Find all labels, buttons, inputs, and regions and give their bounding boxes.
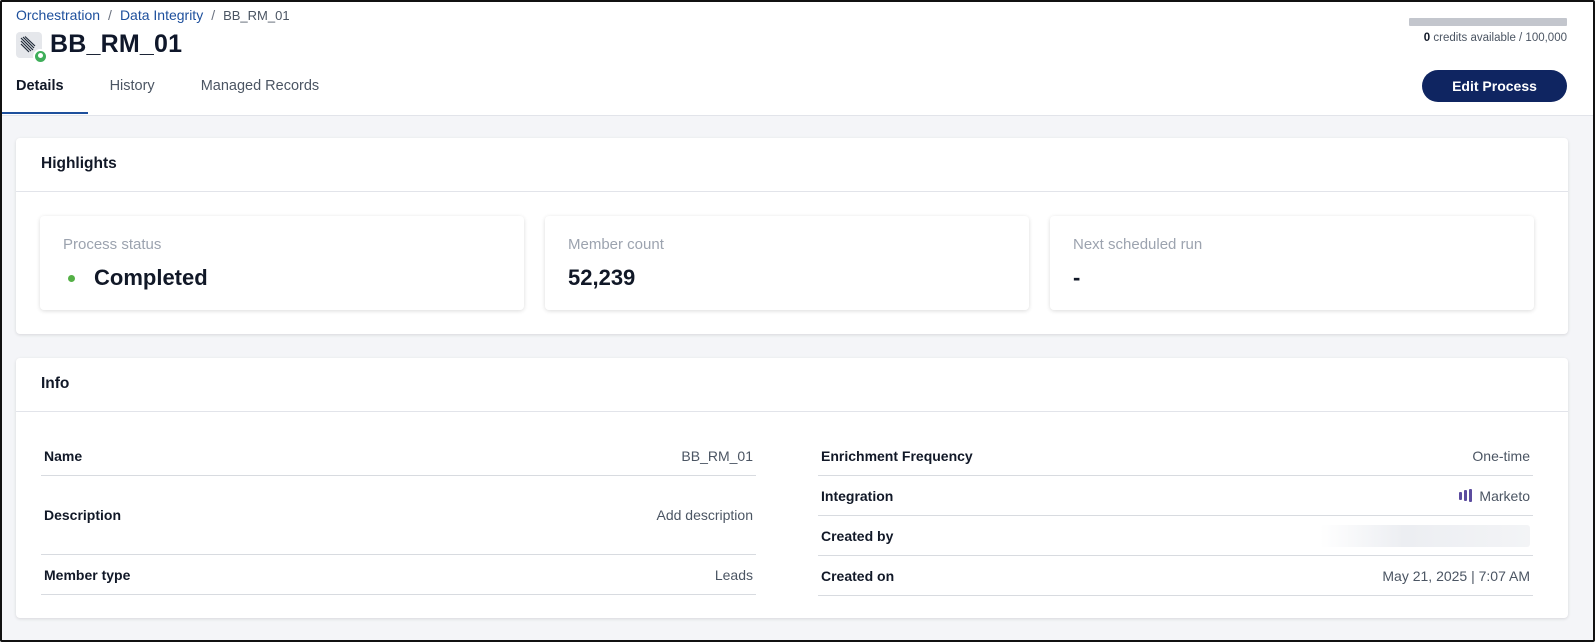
info-row-name: Name BB_RM_01 — [41, 436, 756, 476]
breadcrumb-separator: / — [108, 7, 112, 23]
marketo-icon — [1459, 489, 1473, 502]
info-left-column: Name BB_RM_01 Description Add descriptio… — [41, 436, 756, 595]
page-header: Orchestration / Data Integrity / BB_RM_0… — [2, 2, 1593, 116]
description-field[interactable]: Add description — [656, 507, 753, 523]
info-row-enrichment-frequency: Enrichment Frequency One-time — [818, 436, 1533, 476]
info-key: Integration — [821, 487, 894, 504]
page-title: BB_RM_01 — [50, 30, 183, 58]
info-row-created-by: Created by — [818, 516, 1533, 556]
process-status-tile: Process status Completed — [40, 216, 524, 310]
credits-text: 0 credits available / 100,000 — [1407, 32, 1567, 44]
info-value: One-time — [1472, 447, 1530, 464]
credits-progress-bar — [1409, 18, 1567, 26]
info-key: Created by — [821, 527, 894, 544]
member-count-value: 52,239 — [568, 265, 636, 290]
tab-bar: Details History Managed Records — [2, 68, 343, 116]
highlights-row: Process status Completed Member count 52… — [40, 216, 1534, 310]
created-by-redacted — [1320, 524, 1530, 547]
info-row-integration: Integration Marketo — [818, 476, 1533, 516]
breadcrumb-data-integrity[interactable]: Data Integrity — [120, 7, 203, 23]
process-status-value-row: Completed — [63, 265, 501, 291]
info-key: Created on — [821, 567, 895, 584]
next-run-label: Next scheduled run — [1073, 236, 1203, 253]
integration-name: Marketo — [1479, 487, 1530, 504]
next-run-value: - — [1073, 265, 1081, 290]
highlights-card: Highlights Process status Completed Memb… — [16, 138, 1568, 334]
credits-meter: 0 credits available / 100,000 — [1407, 18, 1567, 44]
member-count-label: Member count — [568, 236, 664, 253]
info-value: May 21, 2025 | 7:07 AM — [1382, 567, 1530, 584]
info-row-created-on: Created on May 21, 2025 | 7:07 AM — [818, 556, 1533, 596]
info-key: Name — [44, 447, 83, 464]
info-heading: Info — [16, 358, 1568, 412]
tab-details[interactable]: Details — [2, 68, 88, 114]
breadcrumb-current: BB_RM_01 — [223, 7, 290, 23]
info-row-member-type: Member type Leads — [41, 555, 756, 595]
process-icon — [16, 31, 48, 64]
credits-suffix: credits available / 100,000 — [1430, 32, 1567, 44]
breadcrumb-separator: / — [211, 7, 216, 23]
process-status-label: Process status — [63, 236, 162, 253]
tab-managed-records[interactable]: Managed Records — [179, 68, 344, 114]
info-card: Info Name BB_RM_01 Description Add descr… — [16, 358, 1568, 618]
info-key: Enrichment Frequency — [821, 447, 973, 464]
info-right-column: Enrichment Frequency One-time Integratio… — [818, 436, 1533, 596]
breadcrumb: Orchestration / Data Integrity / BB_RM_0… — [16, 7, 290, 23]
info-row-description: Description Add description — [41, 476, 756, 555]
member-count-tile: Member count 52,239 — [545, 216, 1029, 310]
app-frame: Orchestration / Data Integrity / BB_RM_0… — [0, 0, 1595, 642]
info-value: Leads — [714, 566, 753, 583]
info-key: Member type — [44, 566, 131, 583]
info-key: Description — [44, 507, 122, 523]
integration-value: Marketo — [1459, 488, 1530, 504]
highlights-heading: Highlights — [16, 138, 1568, 192]
status-dot-icon — [68, 274, 75, 282]
info-value: BB_RM_01 — [681, 447, 753, 464]
tab-history[interactable]: History — [88, 68, 179, 114]
edit-process-button[interactable]: Edit Process — [1422, 70, 1567, 102]
next-run-tile: Next scheduled run - — [1050, 216, 1534, 310]
user-badge-icon — [33, 48, 48, 64]
title-row: BB_RM_01 — [16, 30, 183, 64]
process-status-value: Completed — [94, 265, 208, 290]
breadcrumb-orchestration[interactable]: Orchestration — [16, 7, 100, 23]
